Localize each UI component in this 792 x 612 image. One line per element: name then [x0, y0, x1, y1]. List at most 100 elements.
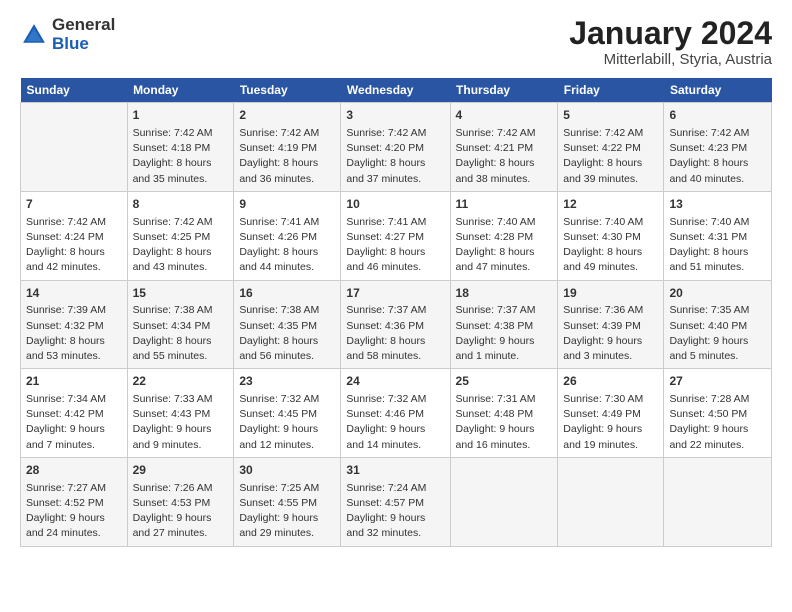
day-content: Sunrise: 7:31 AMSunset: 4:48 PMDaylight:…	[456, 392, 553, 453]
table-row: 3 Sunrise: 7:42 AMSunset: 4:20 PMDaylight…	[341, 103, 450, 192]
table-row: 17Sunrise: 7:37 AMSunset: 4:36 PMDayligh…	[341, 280, 450, 369]
table-row	[21, 103, 128, 192]
table-row: 24 Sunrise: 7:32 AMSunset: 4:46 PMDayligh…	[341, 369, 450, 458]
calendar-row: 14Sunrise: 7:39 AMSunset: 4:32 PMDayligh…	[21, 280, 772, 369]
day-content: Sunrise: 7:33 AMSunset: 4:43 PMDaylight:…	[133, 392, 229, 453]
day-content: Sunrise: 7:42 AMSunset: 4:23 PMDaylight:…	[669, 126, 766, 187]
day-content: Sunrise: 7:30 AMSunset: 4:49 PMDaylight:…	[563, 392, 658, 453]
calendar-row: 28Sunrise: 7:27 AMSunset: 4:52 PMDayligh…	[21, 457, 772, 546]
table-row: 12 Sunrise: 7:40 AMSunset: 4:30 PMDayligh…	[558, 191, 664, 280]
day-content: Sunrise: 7:41 AMSunset: 4:27 PMDaylight:…	[346, 215, 444, 276]
day-number: 7	[26, 196, 122, 213]
day-content: Sunrise: 7:40 AMSunset: 4:30 PMDaylight:…	[563, 215, 658, 276]
day-number: 3	[346, 107, 444, 124]
calendar-body: 1 Sunrise: 7:42 AMSunset: 4:18 PMDaylight…	[21, 103, 772, 546]
day-content: Sunrise: 7:36 AMSunset: 4:39 PMDaylight:…	[563, 303, 658, 364]
table-row: 19Sunrise: 7:36 AMSunset: 4:39 PMDayligh…	[558, 280, 664, 369]
table-row: 7 Sunrise: 7:42 AMSunset: 4:24 PMDaylight…	[21, 191, 128, 280]
day-number: 13	[669, 196, 766, 213]
day-number: 18	[456, 285, 553, 302]
day-content: Sunrise: 7:37 AMSunset: 4:36 PMDaylight:…	[346, 303, 444, 364]
day-content: Sunrise: 7:37 AMSunset: 4:38 PMDaylight:…	[456, 303, 553, 364]
day-number: 12	[563, 196, 658, 213]
col-thursday: Thursday	[450, 78, 558, 103]
calendar-row: 21 Sunrise: 7:34 AMSunset: 4:42 PMDayligh…	[21, 369, 772, 458]
calendar-table: Sunday Monday Tuesday Wednesday Thursday…	[20, 78, 772, 546]
day-number: 14	[26, 285, 122, 302]
day-content: Sunrise: 7:40 AMSunset: 4:28 PMDaylight:…	[456, 215, 553, 276]
day-number: 20	[669, 285, 766, 302]
day-number: 31	[346, 462, 444, 479]
logo-blue: Blue	[52, 35, 115, 54]
header-row: Sunday Monday Tuesday Wednesday Thursday…	[21, 78, 772, 103]
day-number: 21	[26, 373, 122, 390]
col-sunday: Sunday	[21, 78, 128, 103]
day-content: Sunrise: 7:42 AMSunset: 4:24 PMDaylight:…	[26, 215, 122, 276]
day-number: 27	[669, 373, 766, 390]
table-row: 30Sunrise: 7:25 AMSunset: 4:55 PMDayligh…	[234, 457, 341, 546]
table-row	[664, 457, 772, 546]
day-content: Sunrise: 7:34 AMSunset: 4:42 PMDaylight:…	[26, 392, 122, 453]
day-number: 4	[456, 107, 553, 124]
table-row: 27Sunrise: 7:28 AMSunset: 4:50 PMDayligh…	[664, 369, 772, 458]
day-content: Sunrise: 7:42 AMSunset: 4:18 PMDaylight:…	[133, 126, 229, 187]
day-content: Sunrise: 7:32 AMSunset: 4:45 PMDaylight:…	[239, 392, 335, 453]
day-content: Sunrise: 7:42 AMSunset: 4:19 PMDaylight:…	[239, 126, 335, 187]
day-content: Sunrise: 7:38 AMSunset: 4:35 PMDaylight:…	[239, 303, 335, 364]
calendar-row: 7 Sunrise: 7:42 AMSunset: 4:24 PMDaylight…	[21, 191, 772, 280]
day-content: Sunrise: 7:40 AMSunset: 4:31 PMDaylight:…	[669, 215, 766, 276]
day-number: 1	[133, 107, 229, 124]
table-row: 5Sunrise: 7:42 AMSunset: 4:22 PMDaylight…	[558, 103, 664, 192]
table-row: 23 Sunrise: 7:32 AMSunset: 4:45 PMDayligh…	[234, 369, 341, 458]
day-content: Sunrise: 7:38 AMSunset: 4:34 PMDaylight:…	[133, 303, 229, 364]
table-row: 14Sunrise: 7:39 AMSunset: 4:32 PMDayligh…	[21, 280, 128, 369]
day-number: 24	[346, 373, 444, 390]
title-block: January 2024 Mitterlabill, Styria, Austr…	[569, 16, 772, 68]
day-number: 10	[346, 196, 444, 213]
day-number: 11	[456, 196, 553, 213]
table-row: 22Sunrise: 7:33 AMSunset: 4:43 PMDayligh…	[127, 369, 234, 458]
day-number: 23	[239, 373, 335, 390]
day-content: Sunrise: 7:42 AMSunset: 4:25 PMDaylight:…	[133, 215, 229, 276]
day-content: Sunrise: 7:42 AMSunset: 4:20 PMDaylight:…	[346, 126, 444, 187]
col-wednesday: Wednesday	[341, 78, 450, 103]
table-row: 10 Sunrise: 7:41 AMSunset: 4:27 PMDayligh…	[341, 191, 450, 280]
table-row: 29 Sunrise: 7:26 AMSunset: 4:53 PMDayligh…	[127, 457, 234, 546]
table-row: 1 Sunrise: 7:42 AMSunset: 4:18 PMDaylight…	[127, 103, 234, 192]
day-number: 29	[133, 462, 229, 479]
table-row: 25 Sunrise: 7:31 AMSunset: 4:48 PMDayligh…	[450, 369, 558, 458]
day-number: 19	[563, 285, 658, 302]
day-number: 25	[456, 373, 553, 390]
day-content: Sunrise: 7:42 AMSunset: 4:22 PMDaylight:…	[563, 126, 658, 187]
day-number: 26	[563, 373, 658, 390]
table-row: 20Sunrise: 7:35 AMSunset: 4:40 PMDayligh…	[664, 280, 772, 369]
logo-text: General Blue	[52, 16, 115, 53]
col-monday: Monday	[127, 78, 234, 103]
logo: General Blue	[20, 16, 115, 53]
day-content: Sunrise: 7:24 AMSunset: 4:57 PMDaylight:…	[346, 481, 444, 542]
header: General Blue January 2024 Mitterlabill, …	[20, 16, 772, 68]
table-row: 9Sunrise: 7:41 AMSunset: 4:26 PMDaylight…	[234, 191, 341, 280]
day-content: Sunrise: 7:42 AMSunset: 4:21 PMDaylight:…	[456, 126, 553, 187]
day-number: 15	[133, 285, 229, 302]
table-row: 31 Sunrise: 7:24 AMSunset: 4:57 PMDayligh…	[341, 457, 450, 546]
table-row: 4 Sunrise: 7:42 AMSunset: 4:21 PMDaylight…	[450, 103, 558, 192]
day-number: 8	[133, 196, 229, 213]
table-row: 18Sunrise: 7:37 AMSunset: 4:38 PMDayligh…	[450, 280, 558, 369]
day-number: 9	[239, 196, 335, 213]
calendar-header: Sunday Monday Tuesday Wednesday Thursday…	[21, 78, 772, 103]
table-row: 28Sunrise: 7:27 AMSunset: 4:52 PMDayligh…	[21, 457, 128, 546]
day-number: 30	[239, 462, 335, 479]
page: General Blue January 2024 Mitterlabill, …	[0, 0, 792, 557]
day-number: 16	[239, 285, 335, 302]
table-row: 11 Sunrise: 7:40 AMSunset: 4:28 PMDayligh…	[450, 191, 558, 280]
table-row: 6Sunrise: 7:42 AMSunset: 4:23 PMDaylight…	[664, 103, 772, 192]
day-number: 2	[239, 107, 335, 124]
col-friday: Friday	[558, 78, 664, 103]
day-content: Sunrise: 7:35 AMSunset: 4:40 PMDaylight:…	[669, 303, 766, 364]
day-content: Sunrise: 7:39 AMSunset: 4:32 PMDaylight:…	[26, 303, 122, 364]
col-tuesday: Tuesday	[234, 78, 341, 103]
table-row: 8 Sunrise: 7:42 AMSunset: 4:25 PMDaylight…	[127, 191, 234, 280]
day-content: Sunrise: 7:26 AMSunset: 4:53 PMDaylight:…	[133, 481, 229, 542]
day-content: Sunrise: 7:32 AMSunset: 4:46 PMDaylight:…	[346, 392, 444, 453]
